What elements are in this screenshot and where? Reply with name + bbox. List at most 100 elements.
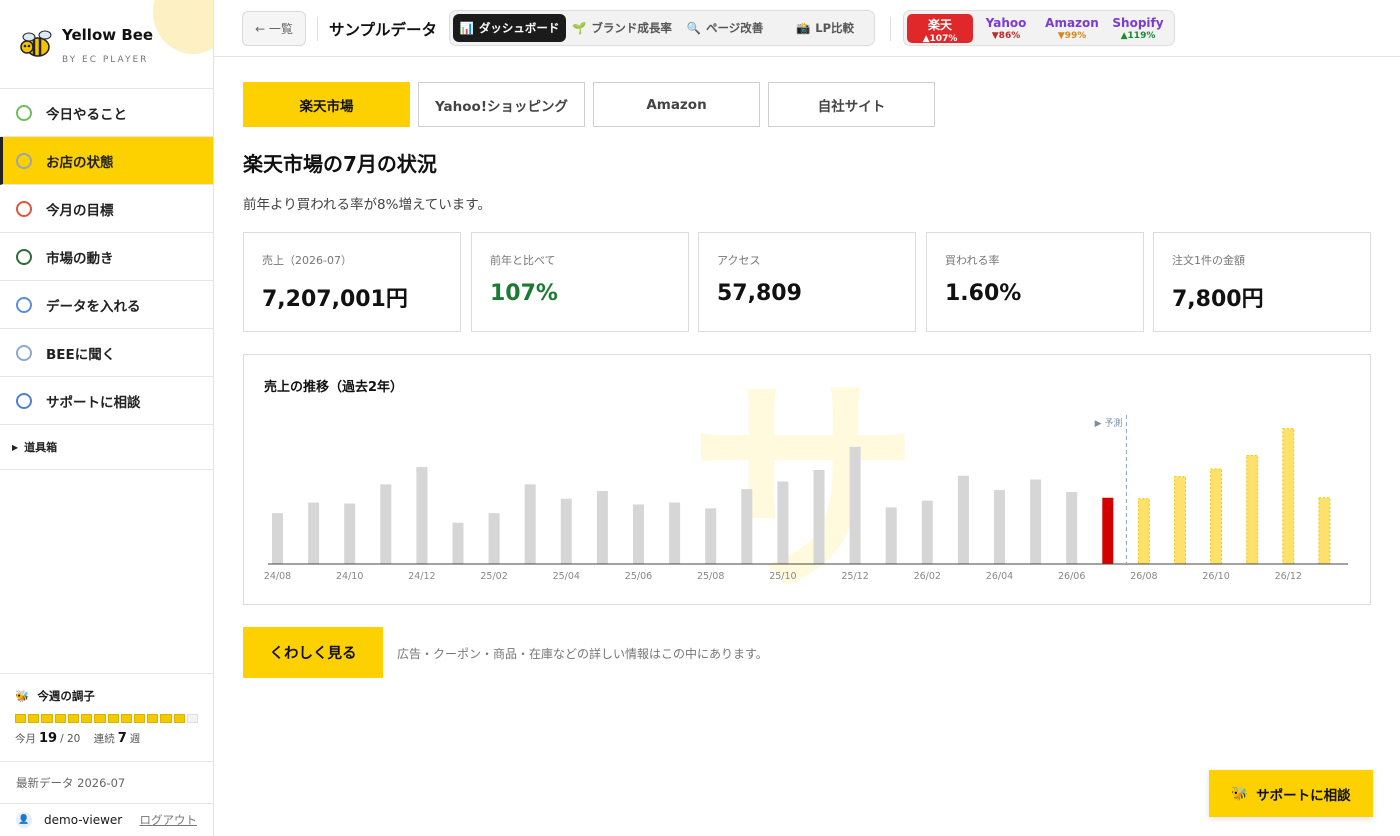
kpi-value: 1.60% xyxy=(945,281,1022,306)
back-to-list-button[interactable]: ← 一覧 xyxy=(242,11,306,46)
app-title: Yellow Bee xyxy=(62,26,154,44)
sidebar: Yellow Bee BY EC PLAYER 今日やることお店の状態今月の目標… xyxy=(0,0,214,836)
kpi-card-yoy: 前年と比べて 107% xyxy=(471,232,689,332)
x-tick-label: 26/02 xyxy=(914,571,941,582)
x-tick-label: 26/04 xyxy=(986,571,1013,582)
progress-segment xyxy=(120,714,132,723)
market-name: Yahoo xyxy=(985,16,1027,30)
market-yahoo[interactable]: Yahoo ▼86% xyxy=(973,14,1039,43)
check-circle-icon xyxy=(16,104,32,121)
kpi-card-order-value: 注文1件の金額 7,800円 xyxy=(1153,232,1371,332)
x-tick-label: 24/08 xyxy=(264,571,291,582)
progress-segment xyxy=(15,714,27,723)
x-tick-label: 25/10 xyxy=(769,571,796,582)
tab-brand-growth[interactable]: 🌱 ブランド成長率 xyxy=(568,14,676,42)
bar-actual xyxy=(1066,492,1078,564)
progress-segment xyxy=(160,714,172,723)
month-total: / 20 xyxy=(60,733,81,745)
user-icon: 👤 xyxy=(16,812,32,828)
bar-actual xyxy=(488,513,500,564)
streak-unit: 週 xyxy=(129,733,141,745)
trend-icon xyxy=(16,248,32,265)
bar-actual xyxy=(524,484,536,564)
bar-forecast xyxy=(1318,497,1331,565)
view-tabs: 📊 ダッシュボード 🌱 ブランド成長率 🔍 ページ改善 📸 LP比較 xyxy=(449,10,875,46)
sidebar-item-label: BEEに聞く xyxy=(46,346,116,363)
sidebar-item-2[interactable]: 今月の目標 xyxy=(0,185,213,233)
divider xyxy=(317,17,318,41)
weekly-progress-bar xyxy=(15,714,199,723)
tab-label: LP比較 xyxy=(815,21,855,35)
support-button-label: サポートに相談 xyxy=(1256,787,1351,804)
x-tick-label: 25/02 xyxy=(480,571,507,582)
sidebar-item-label: 今月の目標 xyxy=(46,202,114,219)
bar-actual xyxy=(560,498,572,564)
sidebar-item-4[interactable]: データを入れる xyxy=(0,281,213,329)
month-value: 19 xyxy=(39,731,58,746)
logo-area: Yellow Bee BY EC PLAYER xyxy=(0,0,213,89)
support-consult-button[interactable]: 🐝 サポートに相談 xyxy=(1209,770,1373,817)
tab-label: ページ改善 xyxy=(706,21,764,35)
sidebar-item-label: 今日やること xyxy=(46,106,127,123)
market-delta: ▲107% xyxy=(922,34,958,44)
kpi-label: 前年と比べて xyxy=(490,254,556,267)
chart-svg: サ ▶ 予測 24/08 24/10 24/12 25/02 25/04 25/06 25/08… xyxy=(264,358,1348,604)
upload-icon xyxy=(16,296,32,313)
app-subtitle: BY EC PLAYER xyxy=(62,55,149,65)
bar-actual xyxy=(416,467,428,564)
shop-tab-rakuten[interactable]: 楽天市場 xyxy=(243,82,410,127)
tab-page-improvement[interactable]: 🔍 ページ改善 xyxy=(680,14,770,42)
market-shopify[interactable]: Shopify ▲119% xyxy=(1105,14,1171,43)
market-name: Shopify xyxy=(1112,16,1164,30)
x-tick-label: 24/10 xyxy=(336,571,363,582)
bar-actual xyxy=(705,508,717,564)
sidebar-item-0[interactable]: 今日やること xyxy=(0,89,213,137)
x-tick-label: 25/04 xyxy=(553,571,580,582)
bar-actual xyxy=(452,522,464,564)
kpi-label: アクセス xyxy=(717,254,761,267)
progress-segment xyxy=(107,714,119,723)
progress-segment xyxy=(81,714,93,723)
kpi-value: 7,800円 xyxy=(1172,287,1264,312)
shop-tab-amazon[interactable]: Amazon xyxy=(593,82,760,127)
toolbox-label: 道具箱 xyxy=(24,441,58,454)
progress-segment xyxy=(54,714,66,723)
sidebar-item-5[interactable]: BEEに聞く xyxy=(0,329,213,377)
logout-link[interactable]: ログアウト xyxy=(140,812,198,828)
progress-segment xyxy=(147,714,159,723)
bar-actual xyxy=(741,489,753,564)
logo-decor-circle xyxy=(153,0,213,54)
sidebar-item-label: サポートに相談 xyxy=(46,394,141,411)
kpi-card-conversion: 買われる率 1.60% xyxy=(926,232,1144,332)
bar-forecast xyxy=(1246,455,1259,565)
x-tick-label: 26/10 xyxy=(1202,571,1229,582)
forecast-label: ▶ 予測 xyxy=(1095,417,1123,429)
weekly-stats: 今月 19/ 20 連続 7 週 xyxy=(15,731,198,746)
shop-tab-own-site[interactable]: 自社サイト xyxy=(768,82,935,127)
store-icon xyxy=(16,152,32,169)
sidebar-item-6[interactable]: サポートに相談 xyxy=(0,377,213,425)
bar-actual xyxy=(849,446,861,564)
weekly-status-title: 🐝 今週の調子 xyxy=(15,688,198,704)
see-details-button[interactable]: くわしく見る xyxy=(243,627,383,678)
market-rakuten[interactable]: 楽天 ▲107% xyxy=(907,14,973,44)
x-tick-label: 26/06 xyxy=(1058,571,1085,582)
progress-segment xyxy=(94,714,106,723)
toolbox-toggle[interactable]: ▶ 道具箱 xyxy=(0,425,213,470)
kpi-value: 7,207,001円 xyxy=(262,287,408,312)
tab-lp-compare[interactable]: 📸 LP比較 xyxy=(780,14,870,42)
shop-tab-yahoo[interactable]: Yahoo!ショッピング xyxy=(418,82,585,127)
progress-segment xyxy=(67,714,80,723)
x-tick-label: 25/08 xyxy=(697,571,724,582)
market-amazon[interactable]: Amazon ▼99% xyxy=(1039,14,1105,43)
bar-actual xyxy=(1030,479,1042,564)
x-tick-label: 24/12 xyxy=(408,571,435,582)
tab-dashboard[interactable]: 📊 ダッシュボード xyxy=(453,14,566,42)
bar-actual xyxy=(380,484,392,564)
bee-icon: 🐝 xyxy=(1231,785,1249,802)
sidebar-item-3[interactable]: 市場の動き xyxy=(0,233,213,281)
triangle-right-icon: ▶ xyxy=(12,442,19,452)
sales-trend-chart: 売上の推移（過去2年） サ ▶ 予測 24/08 24/10 24/12 25/02 25/… xyxy=(243,354,1371,605)
bar-forecast xyxy=(1174,476,1186,565)
sidebar-item-1[interactable]: お店の状態 xyxy=(0,137,213,185)
